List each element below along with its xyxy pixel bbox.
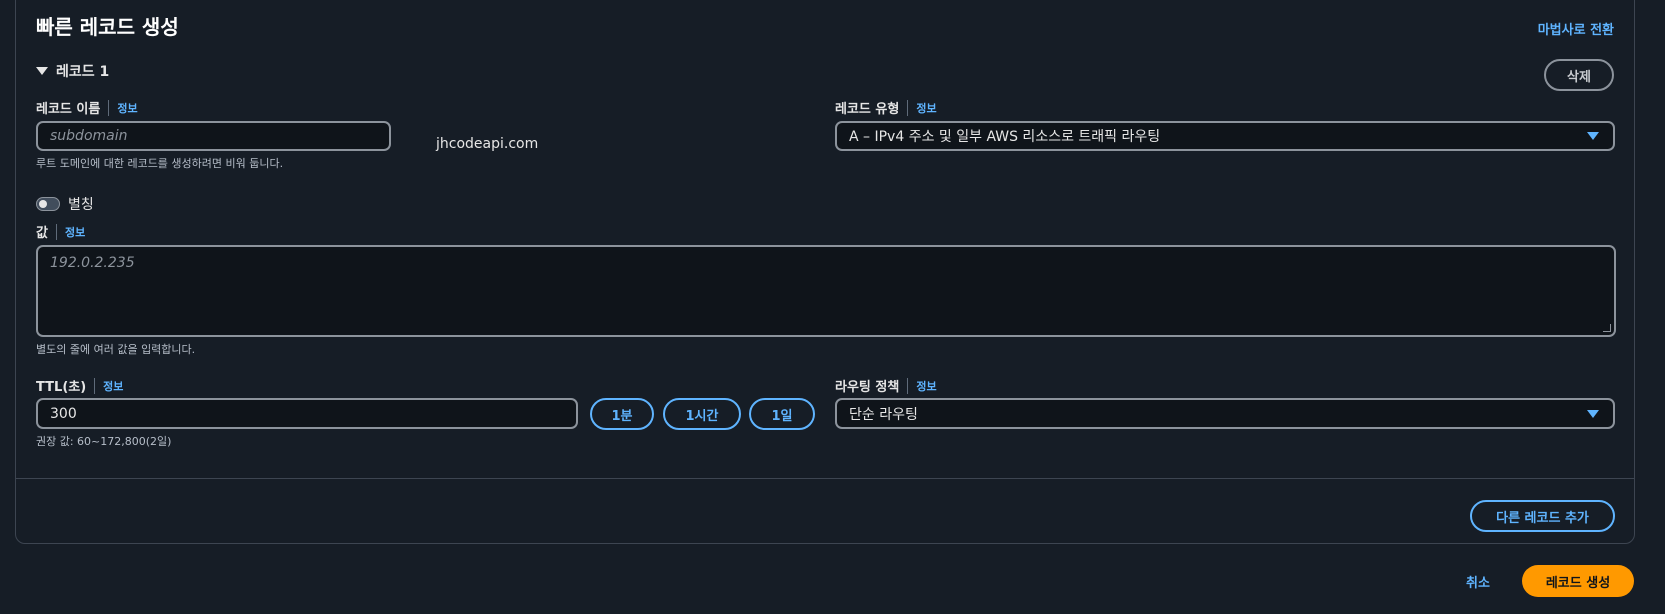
record-type-selected-value: A – IPv4 주소 및 일부 AWS 리소스로 트래픽 라우팅	[849, 129, 1161, 145]
value-label-text: 값	[36, 226, 48, 241]
ttl-preset-1-minute-button[interactable]: 1분	[590, 398, 654, 430]
ttl-hint: 권장 값: 60~172,800(2일)	[36, 435, 172, 448]
routing-policy-label-text: 라우팅 정책	[835, 380, 900, 395]
value-info-link[interactable]: 정보	[55, 223, 85, 240]
record-name-label-text: 레코드 이름	[36, 102, 101, 117]
value-textarea[interactable]: 192.0.2.235	[36, 245, 1616, 337]
record-name-info-link[interactable]: 정보	[108, 99, 138, 116]
ttl-value: 300	[50, 405, 77, 422]
value-hint: 별도의 줄에 여러 값을 입력합니다.	[36, 343, 196, 356]
routing-policy-label: 라우팅 정책 정보	[835, 376, 937, 395]
value-label: 값 정보	[36, 222, 85, 241]
ttl-input[interactable]: 300	[36, 398, 578, 429]
domain-suffix: jhcodeapi.com	[436, 136, 539, 152]
caret-down-icon	[36, 67, 48, 75]
routing-policy-info-link[interactable]: 정보	[907, 377, 937, 394]
ttl-preset-1-day-button[interactable]: 1일	[749, 398, 815, 430]
cancel-button[interactable]: 취소	[1466, 572, 1490, 591]
ttl-preset-1-hour-button[interactable]: 1시간	[663, 398, 741, 430]
record-name-hint: 루트 도메인에 대한 레코드를 생성하려면 비워 둡니다.	[36, 157, 284, 170]
resize-handle-icon[interactable]	[1603, 324, 1611, 332]
toggle-knob	[39, 200, 47, 208]
alias-label: 별칭	[68, 197, 94, 213]
alias-toggle-row: 별칭	[36, 194, 94, 214]
dropdown-arrow-icon	[1587, 409, 1599, 418]
ttl-info-link[interactable]: 정보	[94, 377, 123, 394]
record-type-label-text: 레코드 유형	[835, 102, 900, 117]
record-section-label: 레코드 1	[56, 64, 110, 80]
switch-to-wizard-link[interactable]: 마법사로 전환	[1538, 19, 1614, 38]
record-1-expand-toggle[interactable]: 레코드 1	[36, 61, 109, 81]
record-type-select[interactable]: A – IPv4 주소 및 일부 AWS 리소스로 트래픽 라우팅	[835, 121, 1615, 151]
record-name-input[interactable]: subdomain	[36, 121, 391, 151]
record-name-placeholder: subdomain	[50, 128, 128, 144]
alias-toggle-switch[interactable]	[36, 197, 60, 211]
add-another-record-button[interactable]: 다른 레코드 추가	[1470, 500, 1615, 532]
value-placeholder: 192.0.2.235	[50, 255, 135, 271]
dropdown-arrow-icon	[1587, 132, 1599, 140]
create-records-button[interactable]: 레코드 생성	[1522, 565, 1634, 597]
ttl-label-text: TTL(초)	[36, 380, 87, 395]
section-divider	[16, 478, 1634, 479]
record-type-info-link[interactable]: 정보	[907, 99, 937, 116]
routing-policy-select[interactable]: 단순 라우팅	[835, 398, 1615, 429]
quick-create-record-panel: 빠른 레코드 생성 마법사로 전환 레코드 1 삭제 레코드 이름 정보 sub…	[15, 0, 1635, 544]
routing-policy-selected-value: 단순 라우팅	[849, 406, 918, 423]
delete-record-button[interactable]: 삭제	[1544, 59, 1614, 91]
record-type-label: 레코드 유형 정보	[835, 98, 937, 117]
panel-title: 빠른 레코드 생성	[36, 15, 179, 39]
record-name-label: 레코드 이름 정보	[36, 98, 138, 117]
ttl-label: TTL(초) 정보	[36, 376, 123, 395]
